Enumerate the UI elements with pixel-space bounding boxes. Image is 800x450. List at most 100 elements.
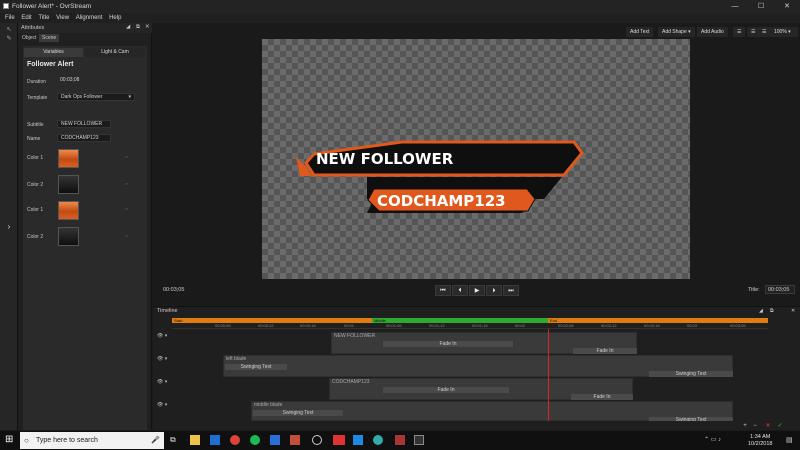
task-view-icon[interactable]: ⧉ [170,435,180,445]
track-visibility-icon[interactable]: 👁 ▾ [157,333,167,339]
reset-icon[interactable]: ⇔ [124,154,129,160]
zoom-value: 100% [774,29,787,35]
expand-panel-icon[interactable]: › [4,222,14,231]
play-icon[interactable]: ▶ [469,285,485,296]
align-right-icon[interactable]: ☰ [758,27,771,37]
menu-title[interactable]: Title [38,13,49,23]
app-icon[interactable] [270,435,280,445]
timeline-panel: Timeline ◢ ⧉ ✕ Start Middle End 00:00;06… [153,306,800,430]
duration-field[interactable]: 00:03;08 [57,77,99,85]
menu-alignment[interactable]: Alignment [76,13,103,23]
taskbar-clock[interactable]: 1:34 AM 10/2/2018 [748,434,772,448]
title-time-label: Title: [748,287,760,293]
menu-edit[interactable]: Edit [21,13,31,23]
tab-light-cam[interactable]: Light & Cam [85,48,145,57]
track-event[interactable]: Swinging Text [253,410,343,416]
menu-view[interactable]: View [56,13,69,23]
taskbar-search[interactable]: ○ Type here to search 🎤 [20,432,164,449]
undock-icon[interactable]: ⧉ [770,308,774,314]
ruler-tick: 00:02;18 [644,323,660,328]
track-visibility-icon[interactable]: 👁 ▾ [157,356,167,362]
spotify-icon[interactable] [250,435,260,445]
maximize-button[interactable]: ☐ [748,0,774,13]
ovrstream-taskbar-icon[interactable] [290,435,300,445]
color-swatch[interactable] [58,149,79,168]
file-explorer-icon[interactable] [190,435,200,445]
app-icon[interactable] [373,435,383,445]
playhead[interactable] [548,329,549,421]
track-event[interactable]: Swinging Text [649,371,733,377]
menu-bar: File Edit Title View Alignment Help [0,13,800,23]
step-back-icon[interactable]: ⏴ [452,285,468,296]
track-name: NEW FOLLOWER [334,333,376,339]
template-dropdown[interactable]: Dark Ops Follower ▾ [57,93,135,101]
track-event[interactable]: Fade In [571,394,633,400]
add-audio-button[interactable]: Add Audio [697,27,728,37]
scene-view: Add Text Add Shape ▾ Add Audio ☰ ☰ ☰ 100… [153,23,800,305]
attributes-title: Attributes [21,25,45,31]
step-forward-icon[interactable]: ⏵ [486,285,502,296]
skype-icon[interactable] [353,435,363,445]
notifications-icon[interactable]: ▤ [786,436,793,444]
menu-file[interactable]: File [5,13,15,23]
track-event[interactable]: Fade In [383,341,513,347]
app-icon[interactable] [414,435,424,445]
remove-track-icon[interactable]: − [750,423,760,430]
microphone-icon[interactable]: 🎤 [151,432,160,449]
tab-variables[interactable]: Variables [24,48,83,57]
time-ruler[interactable]: 00:00;06 00:00;12 00:00;18 00:01 00:01;0… [172,323,768,329]
add-track-icon[interactable]: + [740,423,750,430]
pen-tool-icon[interactable]: ✎ [4,35,14,43]
undock-icon[interactable]: ⧉ [136,24,140,31]
track-event[interactable]: Fade In [573,348,637,354]
clock-app-icon[interactable] [312,435,322,445]
system-tray-icon[interactable]: ⌃ ▭ ♪ [704,436,721,443]
track-visibility-icon[interactable]: 👁 ▾ [157,379,167,385]
color-swatch[interactable] [58,201,79,220]
pin-icon[interactable]: ◢ [759,308,763,314]
reset-icon[interactable]: ⇔ [124,206,129,212]
ruler-tick: 00:01 [344,323,355,328]
skip-forward-icon[interactable]: ⏭ [503,285,519,296]
close-button[interactable]: ✕ [774,0,800,13]
subtitle-field[interactable]: NEW FOLLOWER [57,120,111,128]
add-shape-button[interactable]: Add Shape ▾ [658,27,695,37]
track-event[interactable]: Swinging Text [649,417,733,421]
ruler-tick: 00:02 [515,323,526,328]
app-icon[interactable] [333,435,345,445]
taskbar: ⊞ ○ Type here to search 🎤 ⧉ ⌃ ▭ ♪ 1:34 A… [0,431,800,450]
select-tool-icon[interactable]: ↖ [4,26,14,34]
attributes-header: Attributes ◢ ⧉ ✕ [18,23,152,33]
color-label: Color 1 [27,155,44,161]
name-text: CODCHAMP123 [377,192,506,210]
cancel-icon[interactable]: ✕ [763,423,773,430]
align-left-icon[interactable]: ☰ [733,27,746,37]
track-event[interactable]: Fade In [383,387,509,393]
panel-close-icon[interactable]: ✕ [145,24,150,30]
track-visibility-icon[interactable]: 👁 ▾ [157,402,167,408]
windows-start-icon[interactable]: ⊞ [5,435,15,445]
ruler-tick: 00:01;12 [429,323,445,328]
menu-help[interactable]: Help [109,13,121,23]
confirm-icon[interactable]: ✓ [775,423,785,430]
zoom-dropdown[interactable]: 100% ▾ [770,27,798,37]
app-icon[interactable] [395,435,405,445]
subtab-object[interactable]: Object [19,34,39,42]
preview-canvas[interactable]: NEW FOLLOWER CODCHAMP123 [262,39,690,279]
subtab-scene[interactable]: Scene [39,34,60,42]
pin-icon[interactable]: ◢ [126,24,130,30]
reset-icon[interactable]: ⇔ [124,233,129,239]
color-swatch[interactable] [58,175,79,194]
reset-icon[interactable]: ⇔ [124,181,129,187]
minimize-button[interactable]: — [722,0,748,13]
outlook-icon[interactable] [210,435,220,445]
color-swatch[interactable] [58,227,79,246]
add-text-button[interactable]: Add Text [626,27,654,37]
title-time-field[interactable]: 00:03;05 [765,285,795,294]
name-field[interactable]: CODCHAMP123 [57,134,111,142]
skip-back-icon[interactable]: ⏮ [435,285,451,296]
panel-close-icon[interactable]: ✕ [791,308,795,314]
chrome-icon[interactable] [230,435,240,445]
track-event[interactable]: Swinging Text [225,364,287,370]
clock-date: 10/2/2018 [748,441,773,447]
